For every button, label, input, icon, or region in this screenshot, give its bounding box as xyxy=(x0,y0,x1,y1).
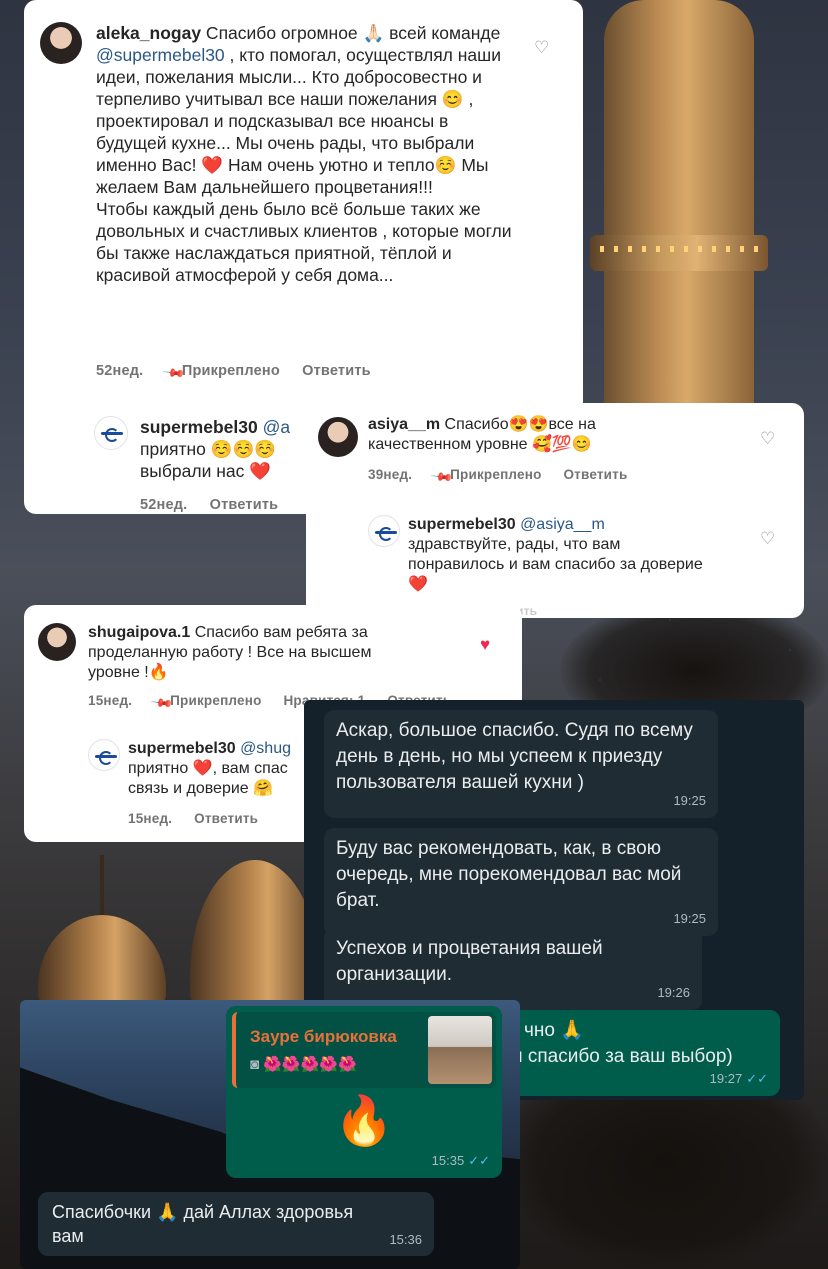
reply-meta: 52нед. Ответить xyxy=(140,494,296,516)
reply-meta: 15нед. Ответить xyxy=(128,809,276,829)
brand-avatar[interactable] xyxy=(94,416,128,450)
message-text: Спасибочки 🙏 дай Аллах здоровья вам xyxy=(52,1202,354,1246)
reply-text: supermebel30 @asiya__m здравствуйте, рад… xyxy=(408,515,748,595)
camera-icon: ◙ xyxy=(250,1056,260,1073)
comment-username[interactable]: aleka_nogay xyxy=(96,23,201,43)
reply-line: приятно ❤️, вам спас xyxy=(128,760,288,777)
comment-text-part: уровне !🔥 xyxy=(88,664,169,681)
pin-icon: 📌 xyxy=(162,361,185,384)
comment-meta: 39нед. 📌 Прикреплено Ответить xyxy=(368,465,645,488)
reply-button[interactable]: Ответить xyxy=(302,363,371,379)
message-bubble-outgoing[interactable]: чно 🙏 и спасибо за ваш выбор) 19:27 ✓✓ xyxy=(500,1010,780,1096)
mention-link[interactable]: @supermebel30 xyxy=(96,45,225,65)
message-bubble[interactable]: Буду вас рекомендовать, как, в свою очер… xyxy=(324,828,718,936)
message-text: Аскар, большое спасибо. Судя по всему де… xyxy=(336,720,693,793)
reply-username[interactable]: supermebel30 xyxy=(140,417,258,437)
reply-text: supermebel30 @shug приятно ❤️, вам спас … xyxy=(128,739,308,799)
quoted-sender: Зауре бирюковка xyxy=(250,1027,397,1046)
message-time: 19:26 xyxy=(657,985,690,1000)
comment-time: 52нед. xyxy=(96,363,144,379)
comment-text: aleka_nogay Спасибо огромное 🙏🏻 всей ком… xyxy=(96,22,516,286)
message-time: 15:35 ✓✓ xyxy=(432,1148,490,1174)
reply-button[interactable]: Ответить xyxy=(210,497,279,513)
read-ticks-icon: ✓✓ xyxy=(468,1153,490,1168)
comment-username[interactable]: asiya__m xyxy=(368,416,440,433)
message-text: чно 🙏 xyxy=(524,1020,584,1041)
comment-text: asiya__m Спасибо😍😍все на качественном ур… xyxy=(368,415,728,455)
like-heart-icon[interactable]: ♡ xyxy=(760,430,776,447)
quoted-content: ◙ 🌺🌺🌺🌺🌺 xyxy=(250,1052,357,1078)
quoted-photo-thumbnail xyxy=(428,1016,492,1084)
comment-username[interactable]: shugaipova.1 xyxy=(88,624,190,641)
quoted-emojis: 🌺🌺🌺🌺🌺 xyxy=(263,1056,357,1073)
dome-center xyxy=(190,860,320,1005)
reply-time: 52нед. xyxy=(140,497,188,513)
quoted-message[interactable]: Зауре бирюковка ◙ 🌺🌺🌺🌺🌺 xyxy=(232,1012,496,1088)
pin-icon: 📌 xyxy=(430,465,454,488)
minaret-lights xyxy=(600,246,760,252)
message-bubble[interactable]: Аскар, большое спасибо. Судя по всему де… xyxy=(324,710,718,818)
message-bubble[interactable]: Спасибочки 🙏 дай Аллах здоровья вам 15:3… xyxy=(38,1192,434,1256)
mention-link[interactable]: @shug xyxy=(240,740,291,757)
message-time-value: 19:27 xyxy=(709,1071,743,1086)
reply-username[interactable]: supermebel30 xyxy=(408,516,516,533)
message-text: Успехов и процветания вашей организации. xyxy=(336,938,603,985)
mention-link[interactable]: @asiya__m xyxy=(520,516,605,533)
comment-text-paragraph: Чтобы каждый день было всё больше таких … xyxy=(96,199,512,285)
comment-time: 39нед. xyxy=(368,467,413,482)
like-heart-icon[interactable]: ♡ xyxy=(534,39,550,56)
reply-line: выбрали нас ❤️ xyxy=(140,461,272,481)
pinned-label: Прикреплено xyxy=(181,363,280,379)
reply-button[interactable]: Ответить xyxy=(563,467,627,482)
avatar[interactable] xyxy=(38,623,76,661)
comment-text-part: качественном уровне 🥰💯😊 xyxy=(368,436,592,453)
comment-card-asiya: asiya__m Спасибо😍😍все на качественном ур… xyxy=(306,403,804,618)
reply-username[interactable]: supermebel30 xyxy=(128,740,236,757)
message-time: 19:25 xyxy=(673,793,706,808)
message-text: Буду вас рекомендовать, как, в свою очер… xyxy=(336,838,682,911)
message-time: 19:27 ✓✓ xyxy=(710,1066,768,1092)
comment-time: 15нед. xyxy=(88,693,133,708)
message-time-value: 15:35 xyxy=(431,1153,465,1168)
pinned-label: Прикреплено xyxy=(450,467,542,482)
mention-link[interactable]: @a xyxy=(263,417,291,437)
minaret-balcony xyxy=(590,235,768,271)
reply-text: supermebel30 @a приятно ☺️☺️☺️ выбрали н… xyxy=(140,416,320,482)
dome-left xyxy=(38,915,166,1005)
comment-text: shugaipova.1 Спасибо вам ребята за проде… xyxy=(88,623,448,683)
fire-emoji: 🔥 xyxy=(334,1095,394,1148)
comment-text-part: Спасибо😍😍все на xyxy=(440,416,596,433)
reply-line: приятно ☺️☺️☺️ xyxy=(140,439,277,459)
reply-line: ❤️ xyxy=(408,576,428,593)
comment-text-part: Спасибо огромное 🙏🏻 всей команде xyxy=(201,23,501,43)
reply-button[interactable]: Ответить xyxy=(194,811,258,826)
like-heart-icon[interactable]: ♡ xyxy=(760,530,776,547)
reply-line: связь и доверие 🤗 xyxy=(128,780,274,797)
whatsapp-chat-mountain: Зауре бирюковка ◙ 🌺🌺🌺🌺🌺 🔥 15:35 ✓✓ Спасиб… xyxy=(20,1000,520,1269)
reply-line: здравствуйте, рады, что вам xyxy=(408,536,621,553)
message-bubble-outgoing[interactable]: Зауре бирюковка ◙ 🌺🌺🌺🌺🌺 🔥 15:35 ✓✓ xyxy=(226,1006,502,1178)
reply-time: 15нед. xyxy=(128,811,173,826)
message-bubble[interactable]: Успехов и процветания вашей организации.… xyxy=(324,928,702,1010)
comment-text-part: , кто помогал, осуществлял наши идеи, по… xyxy=(96,45,501,197)
brand-avatar[interactable] xyxy=(368,515,400,547)
message-time: 15:36 xyxy=(389,1232,422,1247)
read-ticks-icon: ✓✓ xyxy=(746,1071,768,1086)
avatar[interactable] xyxy=(318,417,358,457)
like-heart-filled-icon[interactable]: ♥ xyxy=(480,636,496,653)
brand-avatar[interactable] xyxy=(88,739,120,771)
comment-text-part: проделанную работу ! Все на высшем xyxy=(88,644,372,661)
reply-line: понравилось и вам спасибо за доверие xyxy=(408,556,703,573)
avatar[interactable] xyxy=(40,22,82,64)
pinned-label: Прикреплено xyxy=(170,693,262,708)
comment-meta: 52нед. 📌 Прикреплено Ответить xyxy=(96,360,389,384)
pin-icon: 📌 xyxy=(150,691,174,714)
comment-text-part: Спасибо вам ребята за xyxy=(190,624,368,641)
